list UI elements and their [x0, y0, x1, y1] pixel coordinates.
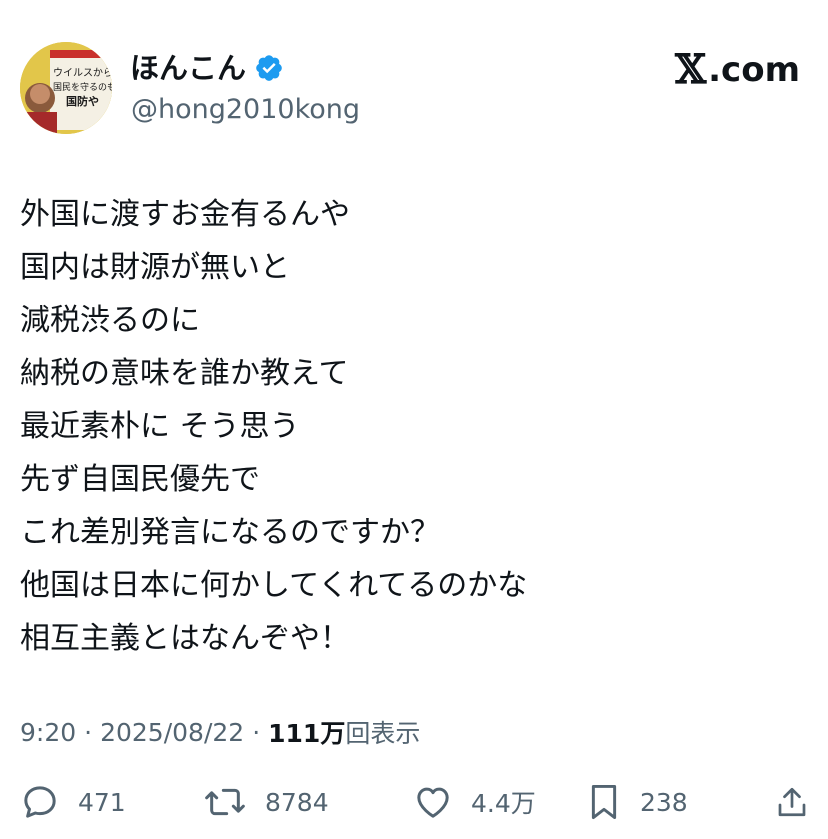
action-bar: 471 8784 4.4万 238: [20, 780, 810, 824]
reply-count: 471: [78, 787, 126, 817]
brand-domain: .com: [708, 50, 800, 90]
share-button[interactable]: [774, 780, 810, 824]
tweet-line: これ差別発言になるのですか？: [20, 515, 440, 550]
heart-icon: [413, 782, 453, 822]
reply-icon: [20, 782, 60, 822]
reply-button[interactable]: 471: [20, 780, 126, 824]
avatar-book-line-2: 国民を守るのも: [53, 81, 112, 93]
avatar-image: ウイルスから 国民を守るのも 国防や: [20, 42, 112, 134]
tweet-date[interactable]: 2025/08/22: [100, 718, 244, 747]
tweet-text: 外国に渡すお金有るんや 国内は財源が無いと 減税渋るのに 納税の意味を誰か教えて…: [20, 188, 800, 665]
tweet-header: ウイルスから 国民を守るのも 国防や ほんこん @hong2010kong 𝕏 …: [20, 40, 800, 136]
repost-icon: [203, 782, 247, 822]
like-count: 4.4万: [471, 789, 536, 818]
meta-separator: ·: [252, 717, 261, 747]
avatar-book-line-3: 国防や: [66, 94, 99, 108]
tweet-line: 国内は財源が無いと: [20, 250, 290, 285]
meta-separator: ·: [84, 717, 93, 747]
share-icon: [774, 782, 810, 822]
verified-badge-icon: [254, 53, 284, 83]
avatar-book-line-1: ウイルスから: [53, 67, 112, 79]
tweet-line: 先ず自国民優先で: [20, 462, 260, 497]
avatar[interactable]: ウイルスから 国民を守るのも 国防や: [20, 42, 112, 134]
tweet-line: 減税渋るのに: [20, 303, 200, 338]
bookmark-count: 238: [640, 787, 688, 817]
bookmark-button[interactable]: 238: [586, 780, 688, 824]
display-name-row: ほんこん: [130, 50, 284, 86]
repost-button[interactable]: 8784: [203, 780, 329, 824]
brand-logo: 𝕏 .com: [675, 48, 800, 92]
tweet-meta: 9:20 · 2025/08/22 · 111万 回表示: [20, 712, 420, 752]
tweet-time[interactable]: 9:20: [20, 718, 76, 747]
views-label: 回表示: [345, 719, 421, 748]
like-button[interactable]: 4.4万: [413, 780, 536, 824]
user-handle[interactable]: @hong2010kong: [131, 92, 360, 128]
tweet-line: 納税の意味を誰か教えて: [20, 356, 349, 391]
tweet-line: 最近素朴に そう思う: [20, 409, 300, 444]
x-logo-icon: 𝕏: [675, 46, 707, 93]
tweet-line: 他国は日本に何かしてくれてるのかな: [20, 568, 528, 603]
display-name[interactable]: ほんこん: [130, 50, 246, 86]
tweet-line: 相互主義とはなんぞや！: [20, 621, 350, 656]
tweet-line: 外国に渡すお金有るんや: [20, 197, 350, 232]
bookmark-icon: [586, 782, 622, 822]
repost-count: 8784: [265, 787, 329, 817]
views-count[interactable]: 111万: [268, 714, 345, 750]
